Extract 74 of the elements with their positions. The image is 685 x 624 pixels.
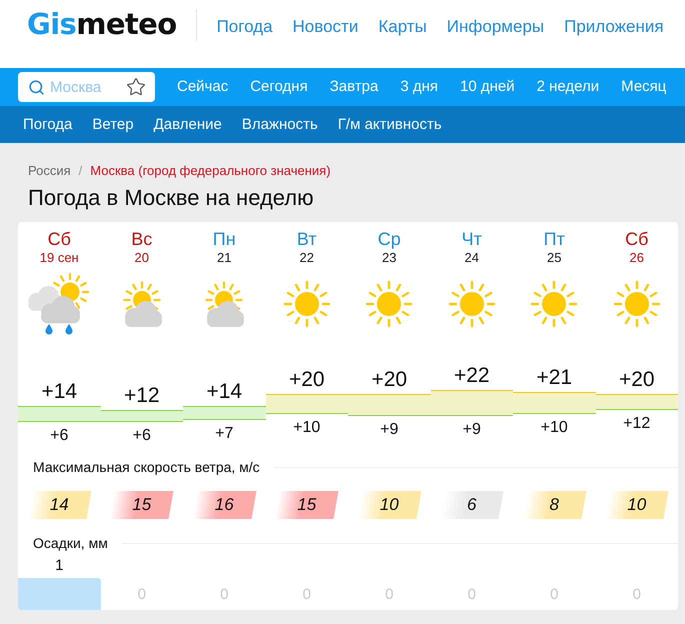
search-field[interactable]: Москва <box>18 72 155 102</box>
nav-link[interactable]: Карты <box>368 17 437 37</box>
nav-link[interactable]: Погода <box>206 17 283 37</box>
min-temperature: +9 <box>379 420 400 440</box>
day-date: 19 сен <box>40 250 79 266</box>
period-tab[interactable]: 3 дня <box>389 68 449 106</box>
max-temperature: +22 <box>452 364 491 388</box>
star-icon[interactable] <box>126 77 146 97</box>
day-name: Вт <box>296 228 317 250</box>
wind-speed-badge: 10 <box>604 491 670 519</box>
section-tab[interactable]: Давление <box>144 106 232 143</box>
day-date: 25 <box>547 250 562 266</box>
day-name: Сб <box>625 228 648 250</box>
day-name: Вс <box>131 228 152 250</box>
nav-link[interactable]: Приложения <box>554 17 674 37</box>
sun-icon <box>612 280 661 328</box>
max-temperature: +14 <box>40 380 78 404</box>
min-temperature: +9 <box>462 420 482 440</box>
section-tab[interactable]: Влажность <box>232 106 328 143</box>
day-date: 21 <box>217 250 232 266</box>
wind-speed-badge: 15 <box>109 491 174 519</box>
day-name: Сб <box>48 228 71 250</box>
min-temperature: +10 <box>292 418 322 438</box>
max-temperature: +20 <box>370 368 408 392</box>
search-icon <box>28 79 45 96</box>
nav-link[interactable]: Информеры <box>436 17 554 37</box>
period-tab[interactable]: 2 недели <box>526 68 610 106</box>
page-title: Погода в Москве на неделю <box>28 185 315 211</box>
min-temperature: +10 <box>540 418 569 438</box>
sun-icon <box>448 280 496 328</box>
wind-speed-badge: 6 <box>439 491 504 519</box>
day-date: 26 <box>630 250 644 266</box>
precipitation-value: 1 <box>54 556 64 576</box>
breadcrumb-link[interactable]: Россия <box>28 163 71 179</box>
max-temperature: +20 <box>288 368 326 392</box>
sun-icon <box>282 280 331 328</box>
min-temperature: +6 <box>49 426 70 446</box>
period-tab[interactable]: Сейчас <box>166 68 240 106</box>
min-temperature: +7 <box>214 424 234 444</box>
day-name: Пт <box>544 228 565 250</box>
min-temperature: +12 <box>622 414 652 434</box>
min-temperature: +6 <box>132 426 152 446</box>
wind-speed-badge: 15 <box>274 491 340 519</box>
wind-speed-badge: 16 <box>192 491 257 519</box>
day-date: 20 <box>134 250 149 266</box>
day-name: Чт <box>462 228 482 250</box>
sun-icon <box>365 280 414 328</box>
section-tab[interactable]: Погода <box>13 106 82 143</box>
day-date: 24 <box>464 250 479 266</box>
wind-section-title: Максимальная скорость ветра, м/с <box>33 458 260 476</box>
sun-icon <box>530 280 578 328</box>
wind-speed-badge: 10 <box>356 491 422 519</box>
day-name: Пн <box>212 228 236 250</box>
period-tab[interactable]: Завтра <box>318 68 390 106</box>
period-tab[interactable]: 10 дней <box>449 68 526 106</box>
breadcrumb-link[interactable]: Москва (город федерального значения) <box>90 163 331 179</box>
max-temperature: +20 <box>618 368 656 392</box>
breadcrumb-separator: / <box>78 163 82 179</box>
nav-link[interactable]: Новости <box>282 17 368 37</box>
period-tab[interactable]: Месяц <box>610 68 678 106</box>
day-date: 23 <box>382 250 396 266</box>
wind-speed-badge: 14 <box>26 491 92 519</box>
section-tab[interactable]: Г/м активность <box>328 106 452 143</box>
max-temperature: +12 <box>122 384 161 408</box>
max-temperature: +14 <box>205 380 244 404</box>
precipitation-section-title: Осадки, мм <box>33 534 108 552</box>
wind-speed-badge: 8 <box>522 491 587 519</box>
logo[interactable]: Gismeteo <box>27 9 177 39</box>
section-tab[interactable]: Ветер <box>82 106 144 143</box>
day-name: Ср <box>378 228 401 250</box>
day-date: 22 <box>300 250 314 266</box>
period-tab[interactable]: Сегодня <box>239 68 319 106</box>
sun-cloud-rain-icon <box>28 272 90 336</box>
max-temperature: +21 <box>535 366 574 390</box>
